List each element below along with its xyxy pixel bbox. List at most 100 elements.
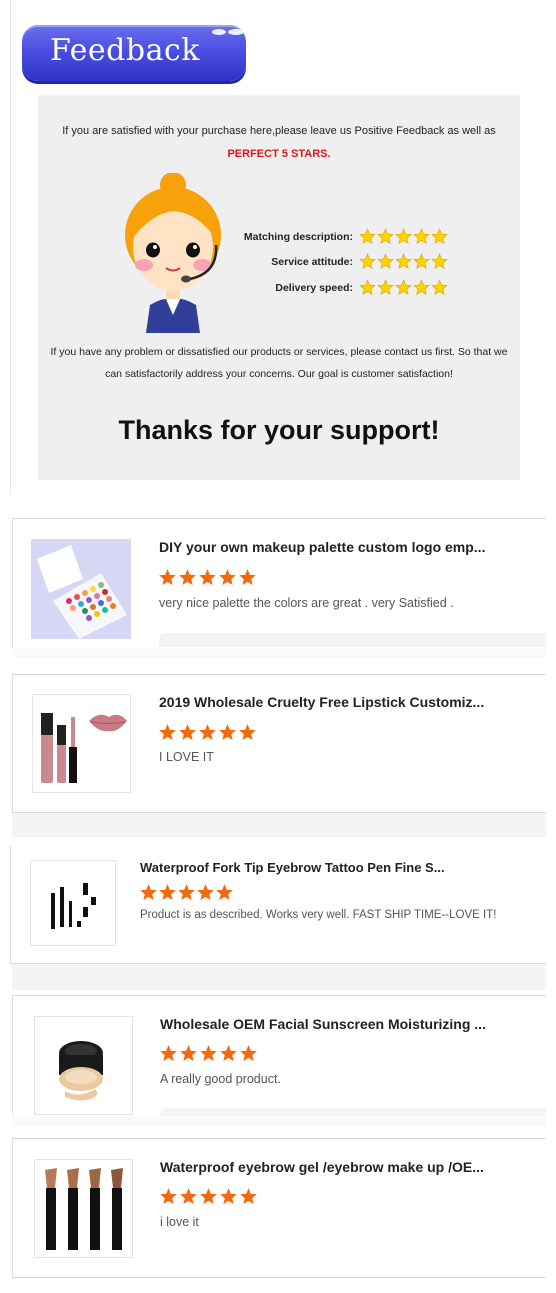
review-card[interactable]: 2019 Wholesale Cruelty Free Lipstick Cus… [12,675,546,812]
review-text: very nice palette the colors are great .… [159,596,454,610]
review-card[interactable]: Wholesale OEM Facial Sunscreen Moisturiz… [12,996,546,1116]
yellow-star-icon [377,253,394,270]
cushion-compact-image [35,1017,132,1114]
orange-star-icon [197,884,214,901]
card-gap [12,1116,546,1126]
rating-label: Service attitude: [271,256,353,268]
product-title[interactable]: 2019 Wholesale Cruelty Free Lipstick Cus… [159,694,484,710]
card-border [12,518,13,648]
orange-star-icon [240,1188,257,1205]
product-thumbnail[interactable] [32,694,131,793]
orange-star-icon [160,1188,177,1205]
orange-star-icon [219,724,236,741]
orange-star-icon [200,1045,217,1062]
yellow-star-icon [359,253,376,270]
yellow-star-icon [413,228,430,245]
reply-bar [159,633,546,647]
card-gap [12,648,546,658]
orange-star-icon [179,569,196,586]
yellow-star-icon [431,279,448,296]
intro-text: If you are satisfied with your purchase … [62,125,496,137]
orange-star-icon [179,724,196,741]
orange-star-icon [220,1045,237,1062]
orange-star-icon [199,569,216,586]
rating-label: Matching description: [243,231,353,243]
review-text: Product is as described. Works very well… [140,909,497,921]
yellow-star-icon [359,228,376,245]
review-stars [140,884,233,901]
card-divider [12,1277,546,1278]
product-thumbnail[interactable] [34,1016,133,1115]
yellow-star-icon [377,228,394,245]
product-title[interactable]: DIY your own makeup palette custom logo … [159,539,485,555]
yellow-star-icon [377,279,394,296]
yellow-star-icon [431,228,448,245]
lipstick-image [33,695,130,792]
reply-bar [160,1108,546,1116]
orange-star-icon [159,884,176,901]
review-text: A really good product. [160,1072,281,1086]
card-border [12,1138,13,1278]
orange-star-icon [160,1045,177,1062]
orange-star-icon [159,569,176,586]
product-title[interactable]: Waterproof Fork Tip Eyebrow Tattoo Pen F… [140,860,445,875]
review-card[interactable]: Waterproof eyebrow gel /eyebrow make up … [12,1139,546,1277]
thanks-heading: Thanks for your support! [118,415,440,445]
left-divider [10,0,11,495]
feedback-badge-label: Feedback [50,33,200,68]
review-stars [159,569,256,586]
card-border [10,846,11,964]
review-card[interactable]: DIY your own makeup palette custom logo … [12,519,546,647]
product-thumbnail[interactable] [31,539,131,639]
rating-row-service: Service attitude: [208,253,448,273]
orange-star-icon [140,884,157,901]
card-gap [12,813,546,837]
yellow-star-icon [413,279,430,296]
feedback-banner: If you are satisfied with your purchase … [38,95,520,480]
product-title[interactable]: Wholesale OEM Facial Sunscreen Moisturiz… [160,1016,486,1032]
feedback-badge: Feedback [22,25,246,81]
review-stars [160,1188,257,1205]
yellow-star-icon [395,253,412,270]
rating-row-delivery: Delivery speed: [208,279,448,299]
orange-star-icon [159,724,176,741]
rating-stars [359,253,448,270]
orange-star-icon [220,1188,237,1205]
intro-highlight: PERFECT 5 STARS. [227,148,331,160]
yellow-star-icon [395,279,412,296]
rating-stars [359,228,448,245]
rating-row-matching: Matching description: [208,228,448,248]
product-thumbnail[interactable] [34,1159,133,1258]
review-stars [160,1045,257,1062]
card-border [12,995,13,1115]
review-text: i love it [160,1215,199,1229]
contact-text-line1: If you have any problem or dissatisfied … [50,346,508,358]
orange-star-icon [199,724,216,741]
orange-star-icon [180,1188,197,1205]
orange-star-icon [240,1045,257,1062]
rating-stars [359,279,448,296]
yellow-star-icon [431,253,448,270]
orange-star-icon [180,1045,197,1062]
orange-star-icon [239,569,256,586]
yellow-star-icon [395,228,412,245]
orange-star-icon [219,569,236,586]
palette-image [31,539,131,639]
orange-star-icon [216,884,233,901]
badge-gloss [228,29,244,35]
product-thumbnail[interactable] [30,860,116,946]
yellow-star-icon [359,279,376,296]
product-title[interactable]: Waterproof eyebrow gel /eyebrow make up … [160,1159,484,1175]
review-card[interactable]: Waterproof Fork Tip Eyebrow Tattoo Pen F… [10,846,546,964]
orange-star-icon [239,724,256,741]
badge-gloss [212,29,226,35]
yellow-star-icon [413,253,430,270]
review-text: I LOVE IT [159,750,214,764]
eyebrow-pen-image [31,861,115,945]
orange-star-icon [200,1188,217,1205]
card-border [12,674,13,813]
review-stars [159,724,256,741]
card-gap [12,964,546,990]
eyebrow-gel-image [35,1160,132,1257]
orange-star-icon [178,884,195,901]
